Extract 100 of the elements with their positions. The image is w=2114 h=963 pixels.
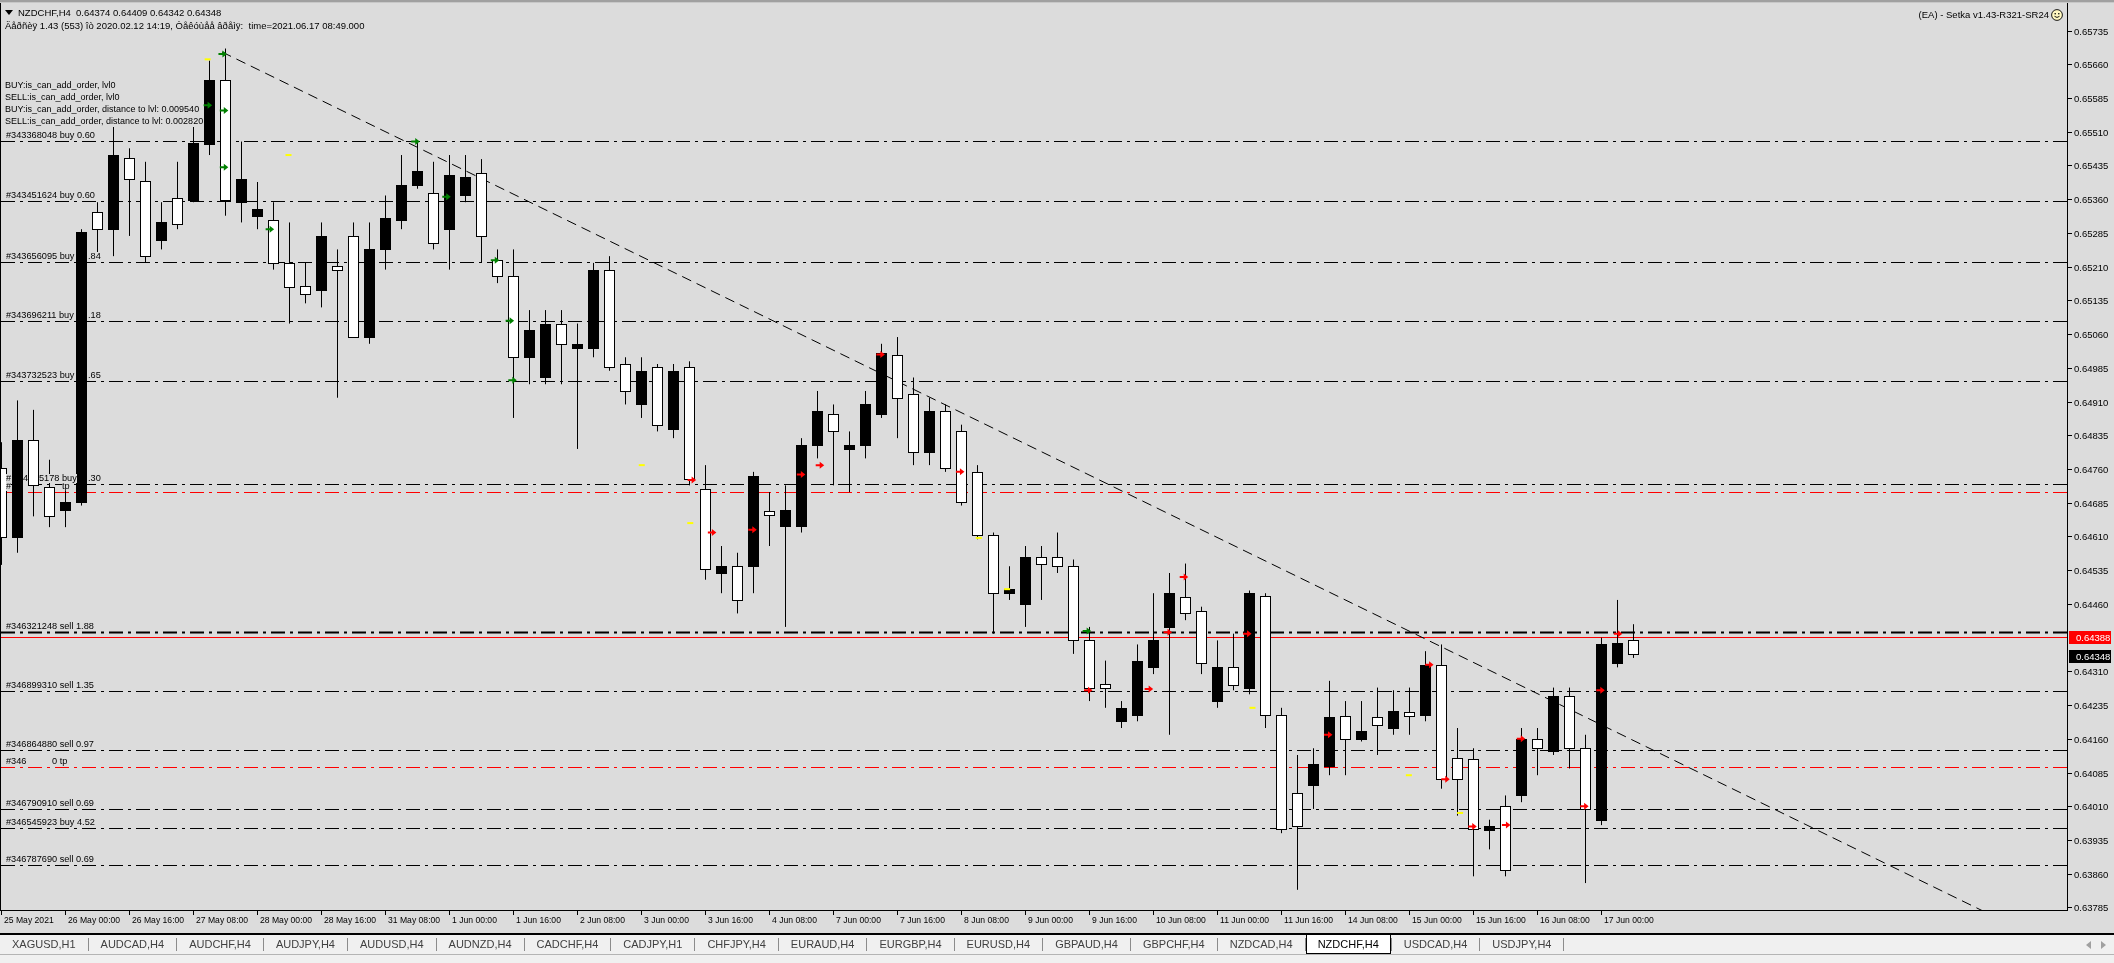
chart-tab[interactable]: CHFJPY,H4	[695, 935, 778, 954]
time-axis-label: 28 May 16:00	[324, 915, 377, 926]
candlestick	[940, 403, 951, 473]
price-axis-label: 0.65660	[2074, 58, 2109, 72]
price-axis-label: 0.63935	[2074, 834, 2109, 847]
arrow-marker-icon	[505, 317, 515, 325]
price-axis-label: 0.65435	[2074, 159, 2109, 173]
candlestick	[1628, 623, 1639, 659]
candlestick	[1372, 687, 1383, 756]
chart-tab[interactable]: CADJPY,H1	[611, 935, 695, 954]
ask-price-tag: 0.64388	[2069, 630, 2111, 644]
price-axis-label: 0.65135	[2074, 294, 2109, 308]
right-triangle-icon	[2101, 940, 2106, 949]
chart-tab[interactable]: NZDCHF,H4	[1305, 935, 1391, 954]
chart-tab[interactable]: EURGBP,H4	[867, 935, 954, 954]
candlestick	[460, 154, 471, 203]
price-axis-label: 0.64010	[2074, 800, 2109, 814]
time-axis-label: 7 Jun 16:00	[900, 915, 945, 926]
chart-tab[interactable]: AUDNZD,H4	[436, 935, 524, 954]
order-label: #343451624 buy 0.60	[6, 191, 95, 200]
time-axis-label: 11 Jun 00:00	[1220, 915, 1270, 926]
candlestick	[1308, 747, 1319, 810]
chart-tab[interactable]: AUDUSD,H4	[348, 935, 436, 954]
chart-tab[interactable]: AUDCHF,H4	[177, 935, 263, 954]
dash-marker-icon	[1405, 774, 1412, 777]
chart-tab[interactable]: USDJPY,H4	[1480, 935, 1564, 954]
candlestick	[924, 397, 935, 466]
price-axis-label: 0.63860	[2074, 867, 2109, 881]
time-axis-label: 3 Jun 00:00	[644, 915, 689, 926]
time-axis-label: 31 May 08:00	[388, 915, 441, 926]
chart-tab[interactable]: XAGUSD,H1	[0, 935, 88, 954]
price-axis-label: 0.64835	[2074, 429, 2109, 443]
arrow-marker-icon	[876, 351, 885, 359]
arrow-marker-icon	[411, 138, 420, 146]
candlestick	[1356, 700, 1367, 742]
price-axis-label: 0.64310	[2074, 665, 2109, 679]
candlestick	[1420, 650, 1431, 722]
candlestick	[652, 363, 663, 432]
dash-marker-icon	[687, 522, 694, 525]
candlestick	[1484, 819, 1495, 850]
status-message: BUY:is_can_add_order, distance to lvl: 0.009540	[5, 103, 200, 115]
chart-tab[interactable]: CADCHF,H4	[524, 935, 611, 954]
price-axis-label: 0.64910	[2074, 395, 2109, 409]
time-axis-label: 27 May 08:00	[196, 915, 249, 926]
chart-tab[interactable]: GBPAUD,H4	[1043, 935, 1130, 954]
price-axis-label: 0.64985	[2074, 361, 2109, 375]
arrow-marker-icon	[1580, 802, 1589, 810]
chart-tab[interactable]: USDCAD,H4	[1391, 935, 1480, 954]
price-axis-label: 0.65510	[2074, 125, 2109, 139]
chart-tab[interactable]: EURUSD,H4	[954, 935, 1043, 954]
scroll-left-button[interactable]	[2084, 938, 2093, 951]
order-label: #346790910 sell 0.69	[6, 799, 94, 808]
chart-tab[interactable]: AUDJPY,H4	[263, 935, 347, 954]
time-axis-label: 11 Jun 16:00	[1284, 915, 1334, 926]
dash-marker-icon	[638, 464, 645, 467]
arrow-marker-icon	[1501, 821, 1511, 829]
candlestick	[764, 491, 775, 547]
take-profit-label: tp	[62, 482, 70, 491]
chart-tab[interactable]: EURAUD,H4	[778, 935, 867, 954]
price-axis-label: 0.64235	[2074, 699, 2109, 713]
order-label: .84	[88, 252, 101, 261]
time-axis-label: 4 Jun 08:00	[772, 915, 817, 926]
arrow-marker-icon	[796, 471, 806, 479]
candlestick	[860, 390, 871, 459]
candlestick	[732, 552, 743, 614]
arrow-marker-icon	[955, 468, 965, 476]
price-axis-label: 0.65360	[2074, 193, 2109, 207]
order-label: 4	[23, 474, 29, 483]
candlestick	[620, 356, 631, 405]
time-axis-label: 14 Jun 08:00	[1348, 915, 1398, 926]
candlestick	[1212, 639, 1223, 709]
time-axis-label: 16 Jun 08:00	[1540, 915, 1590, 926]
candlestick	[844, 430, 855, 493]
time-axis-label: 17 Jun 00:00	[1604, 915, 1654, 926]
triangle-down-icon[interactable]	[5, 10, 13, 15]
candlestick	[1052, 532, 1063, 574]
candlestick	[1100, 660, 1111, 709]
candlestick	[1548, 687, 1559, 756]
chart-tab[interactable]: NZDCAD,H4	[1217, 935, 1305, 954]
arrow-marker-icon	[219, 163, 229, 171]
order-label: #343696211 buy	[6, 311, 74, 320]
scroll-right-button[interactable]	[2099, 938, 2108, 951]
candlestick	[636, 356, 647, 419]
chart-tab[interactable]: GBPCHF,H4	[1130, 935, 1217, 954]
chart-tab[interactable]: AUDCAD,H4	[88, 935, 177, 954]
smiley-icon	[2051, 9, 2063, 21]
price-axis-label: 0.65060	[2074, 328, 2109, 342]
time-axis-label: 3 Jun 16:00	[708, 915, 753, 926]
candlestick	[412, 141, 423, 190]
time-axis-label: 9 Jun 16:00	[1092, 915, 1137, 926]
time-axis-label: 9 Jun 00:00	[1028, 915, 1073, 926]
arrow-marker-icon	[1179, 573, 1189, 581]
price-axis-label: 0.64685	[2074, 496, 2109, 510]
candlestick	[172, 161, 183, 230]
order-label: .18	[88, 311, 101, 320]
status-message: SELL:is_can_add_order, lvl0	[5, 91, 120, 103]
time-axis-label: 15 Jun 16:00	[1476, 915, 1526, 926]
dash-marker-icon	[285, 154, 292, 157]
arrow-marker-icon	[1596, 686, 1605, 694]
dash-marker-icon	[1457, 811, 1464, 814]
